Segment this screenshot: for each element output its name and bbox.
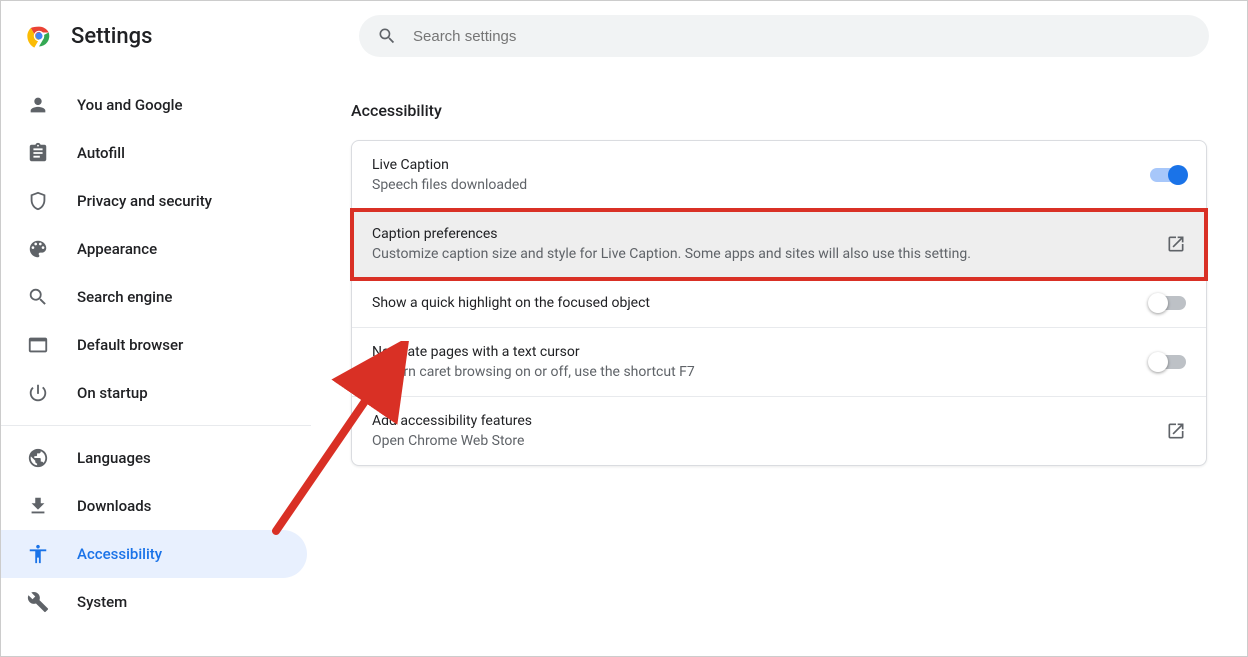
- nav-default-browser[interactable]: Default browser: [1, 321, 307, 369]
- nav-privacy[interactable]: Privacy and security: [1, 177, 307, 225]
- app-header: Settings: [1, 1, 1247, 71]
- nav-label: Languages: [77, 449, 151, 467]
- search-input[interactable]: [413, 28, 1191, 45]
- nav-search-engine[interactable]: Search engine: [1, 273, 307, 321]
- nav-system[interactable]: System: [1, 578, 307, 626]
- nav-label: Privacy and security: [77, 192, 212, 210]
- nav-label: Accessibility: [77, 545, 162, 563]
- focus-highlight-toggle[interactable]: [1150, 296, 1186, 310]
- row-sub: To turn caret browsing on or off, use th…: [372, 364, 1138, 380]
- nav-autofill[interactable]: Autofill: [1, 129, 307, 177]
- nav-label: You and Google: [77, 96, 182, 114]
- row-caret-browsing: Navigate pages with a text cursor To tur…: [352, 328, 1206, 397]
- search-icon: [377, 26, 397, 46]
- nav-you-and-google[interactable]: You and Google: [1, 81, 307, 129]
- accessibility-icon: [27, 543, 49, 565]
- nav-label: Search engine: [77, 288, 172, 306]
- row-live-caption: Live Caption Speech files downloaded: [352, 141, 1206, 210]
- nav-downloads[interactable]: Downloads: [1, 482, 307, 530]
- sidebar: You and Google Autofill Privacy and secu…: [1, 71, 311, 656]
- row-sub: Open Chrome Web Store: [372, 433, 1154, 449]
- download-icon: [27, 495, 49, 517]
- open-external-icon: [1166, 234, 1186, 254]
- browser-icon: [27, 334, 49, 356]
- clipboard-icon: [27, 142, 49, 164]
- row-sub: Customize caption size and style for Liv…: [372, 246, 1154, 262]
- nav-accessibility[interactable]: Accessibility: [1, 530, 307, 578]
- row-title: Show a quick highlight on the focused ob…: [372, 295, 1138, 311]
- globe-icon: [27, 447, 49, 469]
- chrome-logo-icon: [25, 22, 53, 50]
- main-content: Accessibility Live Caption Speech files …: [311, 71, 1247, 656]
- row-sub: Speech files downloaded: [372, 177, 1138, 193]
- shield-icon: [27, 190, 49, 212]
- sidebar-divider: [1, 425, 311, 426]
- open-external-icon: [1166, 421, 1186, 441]
- row-add-features[interactable]: Add accessibility features Open Chrome W…: [352, 397, 1206, 465]
- settings-card: Live Caption Speech files downloaded Cap…: [351, 140, 1207, 466]
- page-heading: Accessibility: [351, 101, 1207, 120]
- row-title: Navigate pages with a text cursor: [372, 344, 1138, 360]
- app-title: Settings: [71, 24, 341, 49]
- row-caption-preferences[interactable]: Caption preferences Customize caption si…: [352, 210, 1206, 279]
- nav-on-startup[interactable]: On startup: [1, 369, 307, 417]
- palette-icon: [27, 238, 49, 260]
- nav-label: Autofill: [77, 144, 125, 162]
- nav-label: Downloads: [77, 497, 151, 515]
- live-caption-toggle[interactable]: [1150, 168, 1186, 182]
- nav-appearance[interactable]: Appearance: [1, 225, 307, 273]
- row-focus-highlight: Show a quick highlight on the focused ob…: [352, 279, 1206, 328]
- search-settings[interactable]: [359, 15, 1209, 57]
- magnify-icon: [27, 286, 49, 308]
- caret-toggle[interactable]: [1150, 355, 1186, 369]
- row-title: Live Caption: [372, 157, 1138, 173]
- nav-label: Default browser: [77, 336, 183, 354]
- nav-label: On startup: [77, 384, 148, 402]
- person-icon: [27, 94, 49, 116]
- wrench-icon: [27, 591, 49, 613]
- nav-languages[interactable]: Languages: [1, 434, 307, 482]
- power-icon: [27, 382, 49, 404]
- nav-label: Appearance: [77, 240, 157, 258]
- nav-label: System: [77, 593, 127, 611]
- row-title: Caption preferences: [372, 226, 1154, 242]
- row-title: Add accessibility features: [372, 413, 1154, 429]
